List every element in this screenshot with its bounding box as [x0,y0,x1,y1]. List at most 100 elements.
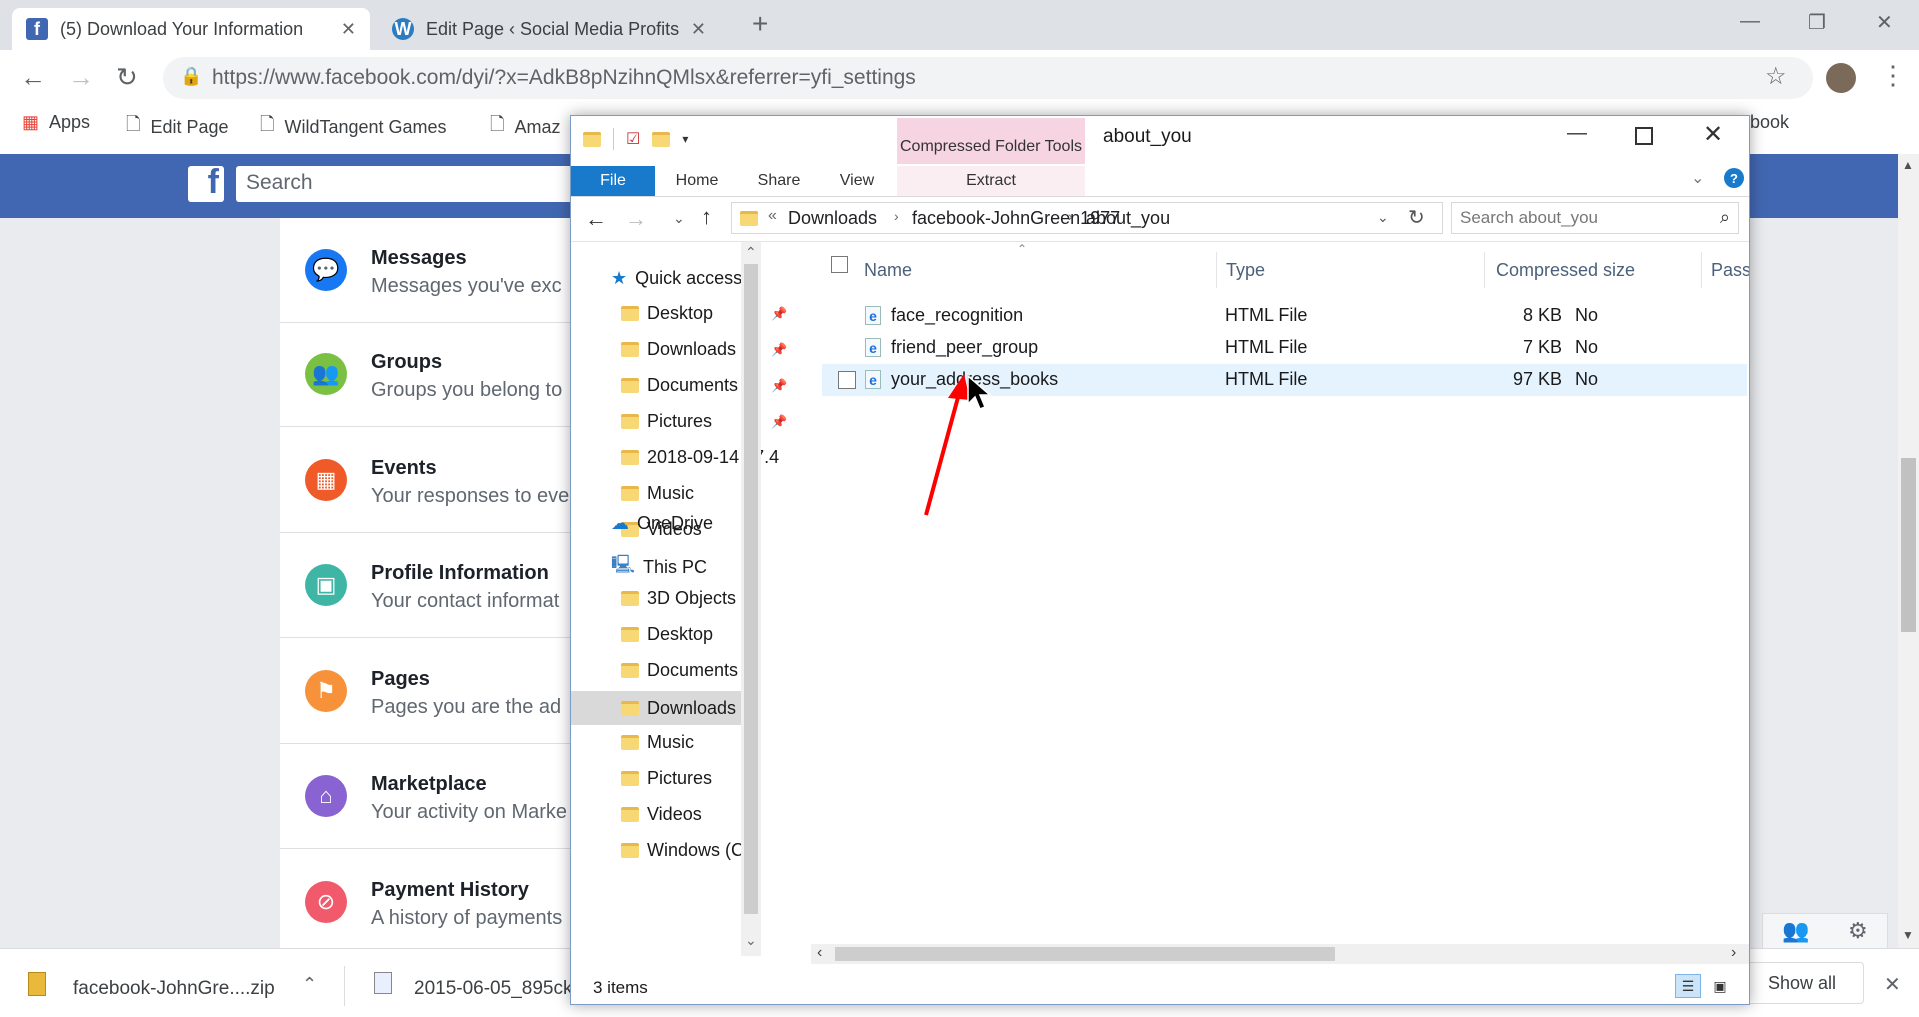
nav-scrollbar-thumb[interactable] [744,264,758,914]
nav-pc_items-documents[interactable]: Documents [621,660,738,681]
tab-download-info[interactable]: f (5) Download Your Information ✕ [12,8,370,50]
minimize-icon[interactable]: — [1740,10,1760,33]
ribbon-tab-extract[interactable]: Extract [897,166,1085,196]
restore-icon[interactable]: ❐ [1808,10,1826,35]
dyi-category-marketplace[interactable]: ⌂ Marketplace Your activity on Marke [280,745,580,849]
bookmark-edit-page[interactable]: 🗋 Edit Page [126,112,229,142]
back-icon[interactable]: ← [585,206,607,232]
avatar[interactable] [1826,63,1856,93]
nav-scrollbar[interactable]: ⌃ ⌄ [741,242,761,956]
column-divider[interactable] [1701,252,1702,288]
show-all-button[interactable]: Show all [1740,962,1864,1004]
scroll-up-icon[interactable]: ▲ [1902,158,1914,172]
dyi-category-messages[interactable]: 💬 Messages Messages you've exc [280,219,580,323]
ribbon-tab-share[interactable]: Share [739,166,819,196]
dyi-category-events[interactable]: ▦ Events Your responses to eve [280,429,580,533]
dyi-category-pages[interactable]: ⚑ Pages Pages you are the ad [280,640,580,744]
horizontal-scrollbar-thumb[interactable] [835,947,1335,961]
nav-quick_items-pictures[interactable]: Pictures 📌 [621,411,787,432]
address-dropdown-icon[interactable]: ⌄ [1377,209,1389,226]
scroll-down-icon[interactable]: ⌄ [745,932,757,949]
select-all-checkbox[interactable] [831,256,848,273]
nav-quick_items-desktop[interactable]: Desktop 📌 [621,303,787,324]
facebook-logo-icon[interactable]: f [188,166,224,202]
forward-icon[interactable]: → [68,62,94,93]
file-name[interactable]: face_recognition [891,305,1023,326]
up-icon[interactable]: ↑ [701,204,712,230]
chevron-up-icon[interactable]: ⌃ [302,974,317,995]
ribbon-tab-file[interactable]: File [571,166,655,196]
row-checkbox[interactable] [838,371,856,389]
file-name[interactable]: friend_peer_group [891,337,1038,358]
scroll-right-icon[interactable]: › [1731,944,1736,962]
pin-icon[interactable]: 📌 [771,378,787,394]
ribbon-tab-view[interactable]: View [819,166,895,196]
nav-pc_items-pictures[interactable]: Pictures [621,768,712,789]
nav-quick_items-music[interactable]: Music [621,483,694,504]
bookmark-apps[interactable]: ▦ Apps [22,112,90,133]
recent-locations-icon[interactable]: ⌄ [673,210,685,227]
breadcrumb-separator-icon[interactable]: › [1068,208,1073,224]
nav-onedrive[interactable]: ☁ OneDrive [611,513,713,534]
download-item-zip[interactable]: facebook-JohnGre....zip [73,978,275,1000]
column-type[interactable]: Type [1226,260,1265,281]
maximize-icon[interactable] [1635,127,1653,145]
scroll-down-icon[interactable]: ▼ [1902,928,1914,942]
nav-quick_items-documents[interactable]: Documents 📌 [621,375,787,396]
search-input[interactable]: Search about_you ⌕ [1451,202,1739,234]
bookmark-amazon[interactable]: 🗋 Amaz [490,112,561,142]
back-icon[interactable]: ← [20,62,46,93]
bookmark-facebook[interactable]: book [1750,112,1789,133]
scrollbar-thumb[interactable] [1901,458,1916,632]
close-window-icon[interactable]: ✕ [1876,10,1893,35]
ribbon-tab-home[interactable]: Home [655,166,739,196]
column-compressed-size[interactable]: Compressed size [1496,260,1635,281]
breadcrumb-downloads[interactable]: Downloads [788,208,877,229]
nav-quick-access[interactable]: ★ Quick access [611,268,742,289]
column-divider[interactable] [1216,252,1217,288]
dyi-category-payment-history[interactable]: ⊘ Payment History A history of payments [280,851,580,955]
close-icon[interactable]: ✕ [1703,120,1723,149]
nav-pc_items-windows-c-[interactable]: Windows (C:) [621,840,755,861]
bookmark-wildtangent[interactable]: 🗋 WildTangent Games [260,112,447,142]
dyi-category-groups[interactable]: 👥 Groups Groups you belong to [280,323,580,427]
address-bar[interactable]: « Downloads › facebook-JohnGreen1977 › a… [731,202,1443,234]
scroll-left-icon[interactable]: ‹ [817,944,822,962]
facebook-search-input[interactable]: Search [236,166,576,202]
close-icon[interactable]: ✕ [691,19,706,40]
overflow-chevron-icon[interactable]: « [768,207,777,225]
pin-icon[interactable]: 📌 [771,342,787,358]
forward-icon[interactable]: → [625,206,647,232]
nav-pc_items-desktop[interactable]: Desktop [621,624,713,645]
reload-icon[interactable]: ↻ [116,62,138,93]
close-downloads-icon[interactable]: ✕ [1884,972,1901,997]
file-row[interactable]: e face_recognition HTML File 8 KB No [822,300,1747,332]
customize-dropdown-icon[interactable]: ▾ [682,132,688,146]
pin-icon[interactable]: 📌 [771,306,787,322]
expand-ribbon-icon[interactable]: ⌄ [1691,168,1704,188]
nav-pc_items-downloads[interactable]: Downloads [571,691,741,725]
column-name[interactable]: Name [864,260,912,281]
pin-icon[interactable]: 📌 [771,414,787,430]
new-tab-icon[interactable]: + [752,8,768,40]
scroll-up-icon[interactable]: ⌃ [745,244,757,261]
menu-icon[interactable]: ⋮ [1880,60,1906,91]
breadcrumb-separator-icon[interactable]: › [894,208,899,224]
nav-quick_items-downloads[interactable]: Downloads 📌 [621,339,787,360]
breadcrumb-about-you[interactable]: about_you [1086,208,1170,229]
details-view-icon[interactable]: ☰ [1675,974,1701,998]
nav-this-pc[interactable]: 🖳 This PC [611,552,707,582]
download-item-image[interactable]: 2015-06-05_895ck [414,978,572,1000]
nav-pc_items-3d-objects[interactable]: 3D Objects [621,588,736,609]
refresh-icon[interactable]: ↻ [1408,205,1425,230]
minimize-icon[interactable]: — [1567,122,1587,145]
dyi-category-profile-information[interactable]: ▣ Profile Information Your contact informa… [280,534,580,638]
nav-pc_items-music[interactable]: Music [621,732,694,753]
star-icon[interactable]: ☆ [1765,62,1787,91]
help-icon[interactable]: ? [1724,168,1744,188]
nav-pc_items-videos[interactable]: Videos [621,804,702,825]
column-divider[interactable] [1484,252,1485,288]
tab-edit-page[interactable]: W Edit Page ‹ Social Media Profits ✕ [378,8,720,50]
friends-icon[interactable]: 👥 [1782,918,1809,944]
properties-icon[interactable]: ☑ [626,129,640,149]
